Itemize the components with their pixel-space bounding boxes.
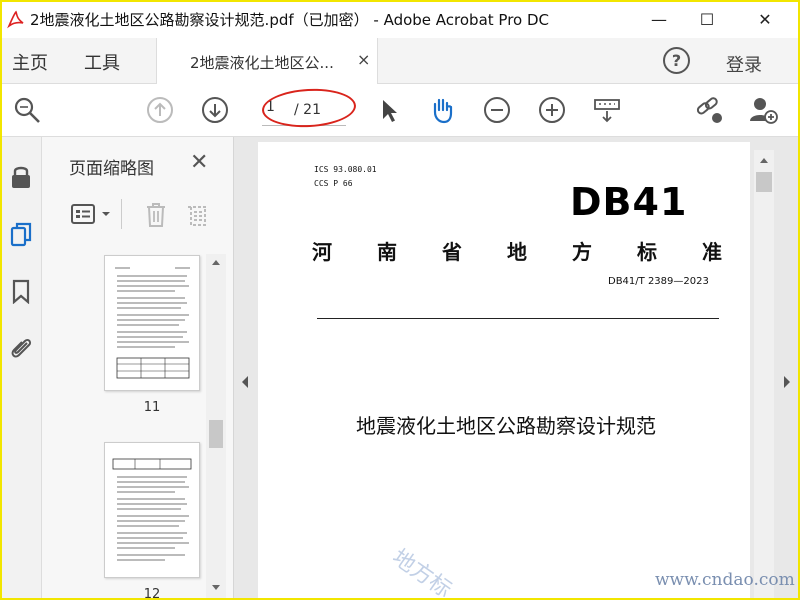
- panel-title: 页面缩略图: [69, 159, 154, 179]
- std-title-char: 省: [442, 240, 462, 264]
- panel-toolbar: [42, 193, 234, 237]
- select-pointer-icon[interactable]: [374, 95, 404, 125]
- thumbnail-preview-11: [115, 267, 190, 379]
- navigation-strip: [0, 137, 42, 600]
- db41-logo: DB41: [570, 180, 688, 224]
- document-title: 地震液化土地区公路勘察设计规范: [356, 414, 656, 438]
- acrobat-logo-icon: [7, 10, 24, 29]
- previous-page-icon[interactable]: [145, 95, 175, 125]
- close-tab-icon[interactable]: ×: [357, 50, 370, 69]
- doc-scroll-thumb[interactable]: [756, 172, 772, 192]
- window-title: 2地震液化土地区公路勘察设计规范.pdf（已加密） - Adobe Acroba…: [30, 11, 550, 29]
- document-scrollbar[interactable]: [754, 150, 774, 600]
- extract-page-icon[interactable]: [185, 201, 211, 229]
- thumbnail-label-12: 12: [143, 587, 161, 600]
- std-title-char: 河: [312, 240, 332, 264]
- doc-scroll-up-icon[interactable]: [759, 156, 769, 164]
- thumbnail-scrollbar[interactable]: [206, 254, 226, 600]
- page-thumbnails-icon[interactable]: [8, 221, 34, 247]
- thumbnail-options-icon[interactable]: [70, 202, 96, 226]
- zoom-out-icon[interactable]: [482, 95, 512, 125]
- standard-code: DB41/T 2389—2023: [608, 276, 709, 287]
- title-bar: 2地震液化土地区公路勘察设计规范.pdf（已加密） - Adobe Acroba…: [0, 0, 800, 38]
- bookmark-icon[interactable]: [8, 278, 34, 304]
- std-title-char: 南: [377, 240, 397, 264]
- thumbnail-panel: 页面缩略图 ✕ 11 12: [42, 137, 234, 600]
- standard-type-title: 河 南 省 地 方 标 准: [312, 236, 722, 265]
- collapse-left-panel-icon[interactable]: [240, 375, 250, 389]
- ics-line: ICS 93.080.01: [314, 165, 377, 174]
- help-icon[interactable]: ?: [663, 47, 690, 74]
- close-window-button[interactable]: ✕: [742, 0, 788, 38]
- scroll-up-icon[interactable]: [211, 258, 221, 266]
- ics-code: ICS 93.080.01 CCS P 66: [314, 163, 377, 191]
- std-title-char: 地: [507, 240, 527, 264]
- document-tab[interactable]: 2地震液化土地区公... ×: [156, 38, 378, 84]
- std-title-char: 标: [637, 240, 657, 264]
- menu-home[interactable]: 主页: [12, 49, 48, 75]
- chevron-down-icon[interactable]: [100, 209, 112, 219]
- expand-right-panel-icon[interactable]: [782, 375, 792, 389]
- zoom-in-icon[interactable]: [537, 95, 567, 125]
- panel-close-icon[interactable]: ✕: [190, 150, 208, 175]
- watermark-url: www.cndao.com: [655, 570, 795, 590]
- lock-icon[interactable]: [8, 164, 34, 190]
- next-page-icon[interactable]: [200, 95, 230, 125]
- panel-divider: [121, 199, 122, 229]
- menu-tools[interactable]: 工具: [84, 49, 120, 75]
- document-tab-label: 2地震液化土地区公...: [190, 54, 334, 72]
- keyboard-scroll-icon[interactable]: [592, 95, 622, 125]
- delete-page-icon[interactable]: [143, 201, 169, 229]
- std-title-char: 方: [572, 240, 592, 264]
- add-user-icon[interactable]: [748, 95, 778, 125]
- page-thumbnail-11[interactable]: [104, 255, 200, 391]
- share-link-icon[interactable]: [694, 95, 724, 125]
- ccs-line: CCS P 66: [314, 179, 353, 188]
- attachment-icon[interactable]: [8, 335, 34, 361]
- thumbnail-label-11: 11: [143, 400, 161, 415]
- hand-tool-icon[interactable]: [427, 95, 457, 125]
- maximize-button[interactable]: ☐: [684, 0, 730, 38]
- page-thumbnail-12[interactable]: [104, 442, 200, 578]
- login-button[interactable]: 登录: [726, 51, 762, 77]
- zoom-search-icon[interactable]: [12, 95, 42, 125]
- header-rule: [317, 318, 719, 319]
- minimize-button[interactable]: —: [636, 0, 682, 38]
- thumbnail-preview-12: [112, 458, 192, 561]
- scroll-down-icon[interactable]: [211, 584, 221, 592]
- thumbnail-scroll-thumb[interactable]: [209, 420, 223, 448]
- std-title-char: 准: [702, 240, 722, 264]
